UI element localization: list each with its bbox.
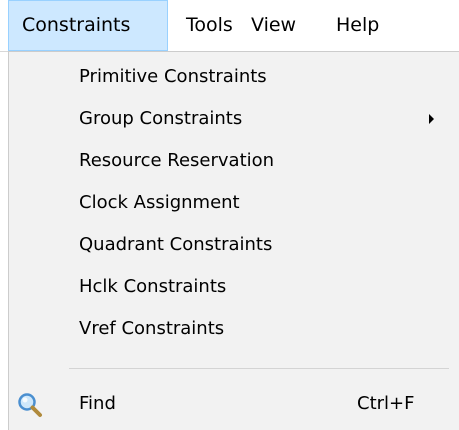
menu-item-quadrant-constraints[interactable]: Quadrant Constraints xyxy=(9,224,459,266)
menu-item-vref-constraints[interactable]: Vref Constraints xyxy=(9,308,459,350)
menu-bar: Constraints Tools View Help xyxy=(0,0,459,52)
menu-separator xyxy=(69,368,449,369)
menu-tools[interactable]: Tools xyxy=(186,0,233,51)
menu-item-label: Clock Assignment xyxy=(79,192,240,213)
constraints-dropdown-menu: Primitive Constraints Group Constraints … xyxy=(8,51,459,430)
shortcut-label: Ctrl+F xyxy=(357,393,415,414)
menu-item-clock-assignment[interactable]: Clock Assignment xyxy=(9,182,459,224)
menu-item-label: Vref Constraints xyxy=(79,318,225,339)
menu-item-find[interactable]: Find Ctrl+F xyxy=(9,383,459,425)
magnifier-icon xyxy=(18,393,42,417)
menu-view[interactable]: View xyxy=(251,0,296,51)
menu-item-resource-reservation[interactable]: Resource Reservation xyxy=(9,140,459,182)
menu-item-group-constraints[interactable]: Group Constraints xyxy=(9,98,459,140)
menu-item-hclk-constraints[interactable]: Hclk Constraints xyxy=(9,266,459,308)
menu-help[interactable]: Help xyxy=(336,0,379,51)
menu-item-label: Find xyxy=(79,393,116,414)
menu-constraints[interactable]: Constraints xyxy=(8,0,168,51)
menu-item-label: Group Constraints xyxy=(79,108,243,129)
menu-item-label: Quadrant Constraints xyxy=(79,234,273,255)
menu-item-label: Resource Reservation xyxy=(79,150,275,171)
menu-item-label: Primitive Constraints xyxy=(79,66,267,87)
submenu-arrow-icon xyxy=(429,114,434,124)
menu-item-label: Hclk Constraints xyxy=(79,276,227,297)
menu-item-primitive-constraints[interactable]: Primitive Constraints xyxy=(9,56,459,98)
